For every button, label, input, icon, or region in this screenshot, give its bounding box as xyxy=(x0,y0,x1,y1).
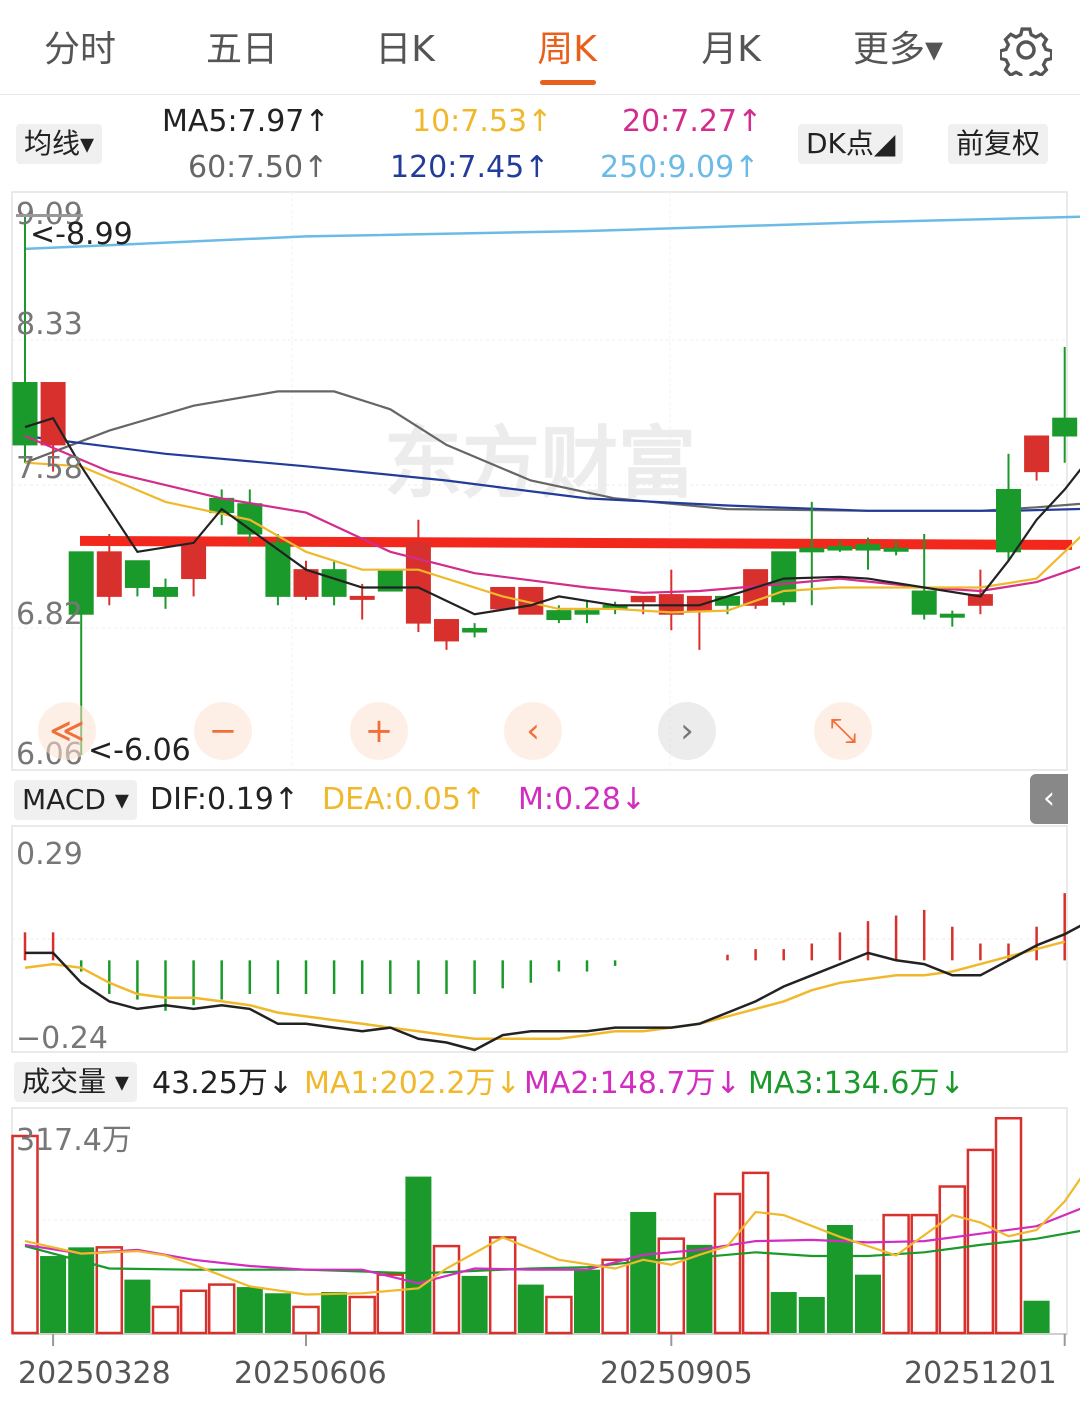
candle-body xyxy=(293,569,319,597)
volume-value: 43.25万↓ xyxy=(152,1066,294,1101)
candle-body xyxy=(715,595,740,606)
dif-line xyxy=(25,924,1080,1052)
candle-body xyxy=(911,590,937,615)
candle-body xyxy=(883,547,909,552)
scroll-left-button[interactable]: ‹ xyxy=(504,702,562,760)
price-axis-3: 7.58 xyxy=(16,451,83,486)
volume-bar xyxy=(574,1269,600,1333)
scroll-right-button[interactable]: › xyxy=(658,702,716,760)
candle-body xyxy=(321,569,347,597)
volume-bar xyxy=(95,1246,124,1335)
volume-bar xyxy=(432,1244,461,1335)
volume-bar xyxy=(770,1292,797,1333)
zoom-in-button[interactable]: + xyxy=(350,702,408,760)
candle-body xyxy=(996,488,1021,553)
candle-body xyxy=(855,544,881,551)
volume-bar xyxy=(179,1289,208,1335)
macd-dea: DEA:0.05↑ xyxy=(322,782,487,817)
volume-bar xyxy=(292,1305,320,1335)
candle-body xyxy=(96,551,122,597)
volume-bar xyxy=(321,1292,348,1333)
volume-bar xyxy=(236,1287,263,1333)
low-marker: <-6.06 xyxy=(88,733,191,768)
volume-bar xyxy=(798,1297,825,1333)
macd-select[interactable]: MACD ▾ xyxy=(14,780,137,820)
candle-body xyxy=(405,542,431,624)
price-axis-2: 8.33 xyxy=(16,307,83,342)
high-marker: <-8.99 xyxy=(30,217,133,252)
candle-body xyxy=(1052,417,1078,437)
volume-bar xyxy=(855,1274,881,1333)
volume-bar xyxy=(938,1185,967,1335)
volume-bar xyxy=(376,1273,405,1335)
candle-body xyxy=(349,595,375,600)
volume-bar xyxy=(601,1258,629,1335)
candle-body xyxy=(939,613,965,618)
dea-line xyxy=(24,940,1066,1041)
candle-body xyxy=(574,610,600,615)
candle-body xyxy=(827,545,853,551)
candle-body xyxy=(124,560,150,588)
macd-axis-max: 0.29 xyxy=(16,837,83,872)
volume-bar xyxy=(910,1213,938,1335)
side-panel-toggle[interactable]: ‹ xyxy=(1030,774,1068,824)
volume-bar xyxy=(713,1192,742,1335)
macd-dif: DIF:0.19↑ xyxy=(150,782,299,817)
volume-ma1: MA1:202.2万↓ xyxy=(304,1066,521,1101)
volume-axis-max: 317.4万 xyxy=(16,1123,132,1158)
candle-body xyxy=(546,610,572,621)
candle-body xyxy=(265,542,291,597)
volume-bar xyxy=(488,1236,517,1335)
volume-bar xyxy=(124,1279,151,1333)
candle-body xyxy=(799,547,825,553)
macd-axis-min: −0.24 xyxy=(16,1021,108,1056)
watermark: 东方财富 xyxy=(384,419,696,509)
volume-bar xyxy=(882,1213,910,1335)
date-label-1: 20250328 xyxy=(18,1356,171,1391)
volume-select[interactable]: 成交量 ▾ xyxy=(14,1062,137,1102)
ma250-line xyxy=(24,215,1080,251)
volume-bar xyxy=(545,1295,573,1335)
candle-body xyxy=(153,586,178,597)
volume-bar xyxy=(348,1295,376,1335)
volume-bar xyxy=(966,1148,995,1335)
candle-body xyxy=(12,382,38,446)
volume-bar xyxy=(461,1275,488,1333)
candle-body xyxy=(630,595,656,603)
volume-bar xyxy=(40,1256,67,1333)
date-label-4: 20251201 xyxy=(904,1356,1057,1391)
date-label-3: 20250905 xyxy=(600,1356,753,1391)
price-axis-4: 6.82 xyxy=(16,597,83,632)
candle-body xyxy=(40,382,66,446)
candle-body xyxy=(1024,435,1050,473)
rewind-button[interactable]: ≪ xyxy=(38,702,96,760)
volume-bar xyxy=(11,1134,39,1335)
volume-bar xyxy=(151,1305,180,1335)
volume-bar xyxy=(264,1293,291,1333)
volume-bar xyxy=(630,1211,657,1333)
candle-body xyxy=(434,619,459,642)
volume-ma2: MA2:148.7万↓ xyxy=(524,1066,741,1101)
candle-body xyxy=(181,542,207,580)
volume-bar xyxy=(517,1284,544,1333)
volume-ma3: MA3:134.6万↓ xyxy=(748,1066,965,1101)
macd-m: M:0.28↓ xyxy=(518,782,646,817)
zoom-out-button[interactable]: − xyxy=(194,702,252,760)
volume-bar xyxy=(1023,1300,1050,1333)
date-label-2: 20250606 xyxy=(234,1356,387,1391)
fullscreen-button[interactable]: ⤡ xyxy=(814,702,872,760)
volume-bar xyxy=(994,1116,1023,1335)
candle-body xyxy=(462,627,488,633)
volume-bar xyxy=(207,1283,236,1335)
volume-bar xyxy=(405,1176,432,1333)
